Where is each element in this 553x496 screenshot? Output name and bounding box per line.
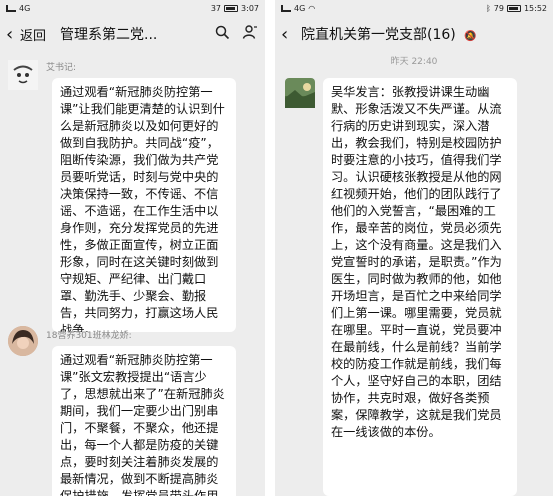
sender-name: 艾书记:: [46, 63, 77, 73]
message-list[interactable]: 艾书记: 通过观看“新冠肺炎防控第一课”让我们能更清楚的认识到什么是新冠肺炎以及…: [0, 52, 265, 496]
chat-title: 管理系第二党...: [60, 27, 158, 43]
back-arrow-icon[interactable]: ‹: [281, 24, 295, 45]
bluetooth-icon: ᛒ: [485, 3, 491, 13]
bell-icon: 🔕: [464, 31, 477, 42]
network-label: 4G: [19, 3, 31, 13]
chat-title: 院直机关第一党支部(16) 🔕: [301, 24, 547, 44]
signal-icon: [281, 4, 291, 12]
battery-label: 37: [210, 3, 222, 13]
chat-header: ‹ 返回 管理系第二党...: [0, 16, 265, 52]
status-left: 4G ◠: [281, 4, 315, 13]
left-phone-screen: 4G 37 3:07 ‹ 返回 管理系第二党... 艾书记: 通过观看“新冠肺炎…: [0, 0, 265, 496]
status-bar: 4G 37 3:07: [0, 0, 265, 16]
clock: 3:07: [241, 3, 259, 13]
avatar[interactable]: [285, 78, 315, 108]
message-timestamp: 昨天 22:40: [390, 57, 438, 67]
avatar[interactable]: [8, 326, 38, 356]
sender-name: 18营养301班林龙娇:: [46, 331, 132, 341]
back-button[interactable]: 返回: [20, 25, 46, 44]
right-phone-screen: 4G ◠ ᛒ 79 15:52 ‹ 院直机关第一党支部(16) 🔕 昨天 22:…: [275, 0, 553, 496]
clock: 15:52: [523, 3, 547, 13]
message-bubble[interactable]: 吴华发言：张教授讲课生动幽默、形象活泼又不失严谨。从流行病的历史讲到现实，深入潜…: [323, 78, 517, 496]
search-icon[interactable]: [213, 25, 231, 44]
signal-icon: [6, 4, 16, 12]
status-right: 37 3:07: [211, 4, 259, 13]
wifi-icon: ◠: [308, 3, 316, 13]
network-label: 4G: [294, 3, 306, 13]
avatar[interactable]: [8, 60, 38, 90]
battery-icon: [506, 4, 521, 12]
message-list[interactable]: 昨天 22:40 吴华发言：张教授讲课生动幽默、形象活泼又不失严谨。从流行病的历…: [275, 52, 553, 496]
status-bar: 4G ◠ ᛒ 79 15:52: [275, 0, 553, 16]
chat-header: ‹ 院直机关第一党支部(16) 🔕: [275, 16, 553, 52]
status-right: ᛒ 79 15:52: [486, 4, 547, 13]
back-arrow-icon[interactable]: ‹: [6, 24, 20, 45]
battery-label: 79: [493, 3, 504, 13]
group-name: 院直机关第一党支部(16): [301, 27, 456, 43]
message-bubble[interactable]: 通过观看“新冠肺炎防控第一课”让我们能更清楚的认识到什么是新冠肺炎以及如何更好的…: [52, 78, 236, 332]
status-left: 4G: [6, 4, 30, 13]
battery-icon: [224, 4, 239, 12]
person-icon[interactable]: [241, 24, 259, 44]
message-bubble[interactable]: 通过观看“新冠肺炎防控第一课”张文宏教授提出“语言少了，思想就出来了”在新冠肺炎…: [52, 346, 236, 496]
